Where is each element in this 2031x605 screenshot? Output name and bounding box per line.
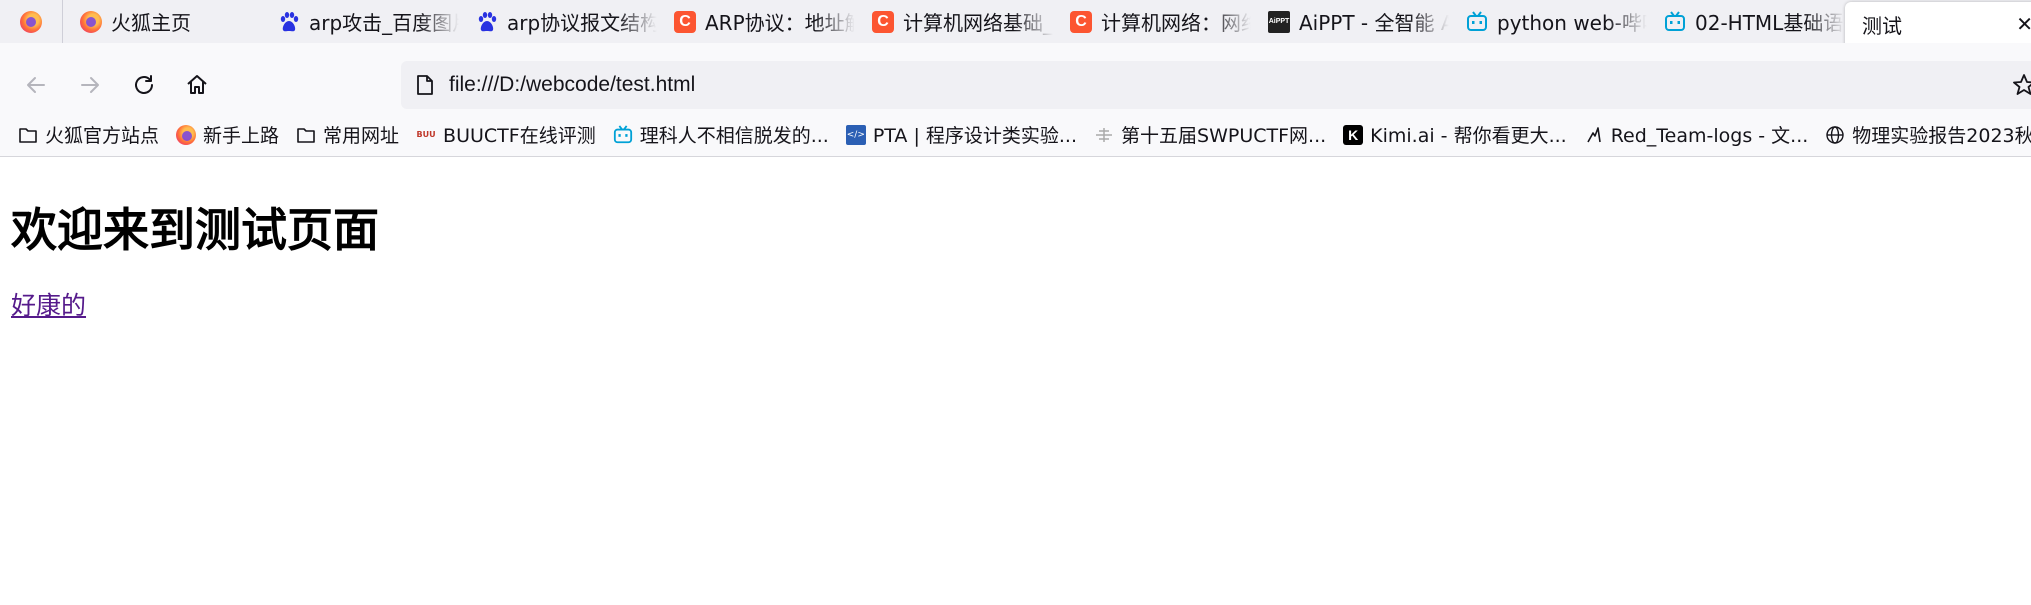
bookmark-pta[interactable]: </> PTA | 程序设计类实验... <box>845 121 1078 148</box>
bookmark-star-icon[interactable] <box>2012 73 2031 101</box>
address-bar[interactable]: file:///D:/webcode/test.html <box>401 61 2031 109</box>
firefox-icon <box>80 10 102 33</box>
tab-label: 火狐主页 <box>111 11 191 35</box>
bookmark-label: Red_Team-logs - 文... <box>1610 125 1809 147</box>
bookmark-label: 火狐官方站点 <box>45 125 160 147</box>
bilibili-icon <box>1466 10 1488 33</box>
tab-computer-network[interactable]: C 计算机网络：网络 <box>1053 0 1251 43</box>
bookmark-getting-started[interactable]: 新手上路 <box>176 121 279 148</box>
back-button[interactable] <box>20 69 52 101</box>
folder-icon <box>297 127 315 143</box>
tab-arp-attack-images[interactable]: arp攻击_百度图片 <box>261 0 459 43</box>
bookmark-label: 新手上路 <box>203 125 280 147</box>
bookmark-label: 第十五届SWPUCTF网... <box>1121 125 1327 147</box>
reload-icon <box>135 75 153 94</box>
redteam-icon <box>1587 126 1601 142</box>
globe-icon <box>1826 125 1844 144</box>
bookmark-label: PTA | 程序设计类实验... <box>872 125 1078 147</box>
close-tab-icon[interactable]: ✕ <box>2016 12 2031 36</box>
bookmark-label: 常用网址 <box>323 125 400 147</box>
kimi-icon: K <box>1343 124 1364 145</box>
bookmark-buuctf[interactable]: BUU BUUCTF在线评测 <box>416 121 596 148</box>
bookmarks-toolbar: 火狐官方站点 新手上路 常用网址 BUU BUUCTF在线评测 理科人不相信脱发… <box>0 113 2031 157</box>
aippt-icon: AiPPT <box>1268 10 1290 33</box>
bookmark-red-team-logs[interactable]: Red_Team-logs - 文... <box>1584 121 1809 148</box>
forward-arrow-icon <box>81 77 99 93</box>
tab-arp-address-resolution[interactable]: C ARP协议：地址解析 <box>657 0 855 43</box>
forward-button[interactable] <box>74 69 106 101</box>
bookmark-label: Kimi.ai - 帮你看更大... <box>1370 125 1567 147</box>
pta-icon: </> <box>845 124 866 145</box>
page-link[interactable]: 好康的 <box>11 286 86 322</box>
home-button[interactable] <box>181 69 213 101</box>
tab-aippt[interactable]: AiPPT AiPPT - 全智能 A <box>1251 0 1449 43</box>
tab-test-active[interactable]: 测试 ✕ <box>1845 2 2031 43</box>
reload-button[interactable] <box>128 69 160 101</box>
tab-python-web[interactable]: python web-哔哩 <box>1449 0 1647 43</box>
bookmark-label: 理科人不相信脱发的... <box>639 125 829 147</box>
tab-arp-protocol-structure[interactable]: arp协议报文结构 <box>459 0 657 43</box>
bilibili-icon <box>613 124 633 145</box>
bilibili-icon <box>1664 10 1686 33</box>
firefox-icon <box>176 124 197 145</box>
tab-firefox-home[interactable]: 火狐主页 <box>63 0 261 43</box>
bookmark-bilibili-video[interactable]: 理科人不相信脱发的... <box>613 121 829 148</box>
bookmark-physics-report[interactable]: 物理实验报告2023秋... <box>1825 121 2031 148</box>
page-heading: 欢迎来到测试页面 <box>11 203 379 257</box>
tab-strip: 火狐主页 arp攻击_百度图片 arp协议报文结构 C ARP协议：地址解析 C… <box>0 0 2031 43</box>
back-arrow-icon <box>27 77 45 93</box>
swpuctf-icon <box>1096 127 1113 142</box>
baidu-paw-icon <box>476 11 498 33</box>
home-icon <box>187 75 207 94</box>
csdn-icon: C <box>674 10 696 33</box>
csdn-icon: C <box>872 10 894 33</box>
bookmark-folder-common-sites[interactable]: 常用网址 <box>296 121 399 148</box>
page-content: 欢迎来到测试页面 好康的 <box>11 158 379 322</box>
bookmark-label: BUUCTF在线评测 <box>443 125 596 147</box>
folder-icon <box>19 127 37 143</box>
baidu-paw-icon <box>278 11 300 33</box>
firefox-icon <box>20 10 42 33</box>
bookmark-label: 物理实验报告2023秋... <box>1852 125 2031 147</box>
page-icon <box>417 75 433 95</box>
bookmark-swpuctf[interactable]: 第十五届SWPUCTF网... <box>1094 121 1326 148</box>
bookmark-kimi[interactable]: K Kimi.ai - 帮你看更大... <box>1343 121 1567 148</box>
buuctf-icon: BUU <box>416 130 436 139</box>
csdn-icon: C <box>1070 10 1092 33</box>
tab-network-basics[interactable]: C 计算机网络基础_ <box>855 0 1053 43</box>
tab-html-basics[interactable]: 02-HTML基础语 <box>1647 0 1845 43</box>
firefox-view-button[interactable] <box>0 0 63 43</box>
url-text[interactable]: file:///D:/webcode/test.html <box>449 73 695 97</box>
bookmark-folder-firefox-official[interactable]: 火狐官方站点 <box>18 121 159 148</box>
tab-label: 测试 <box>1862 14 1902 38</box>
